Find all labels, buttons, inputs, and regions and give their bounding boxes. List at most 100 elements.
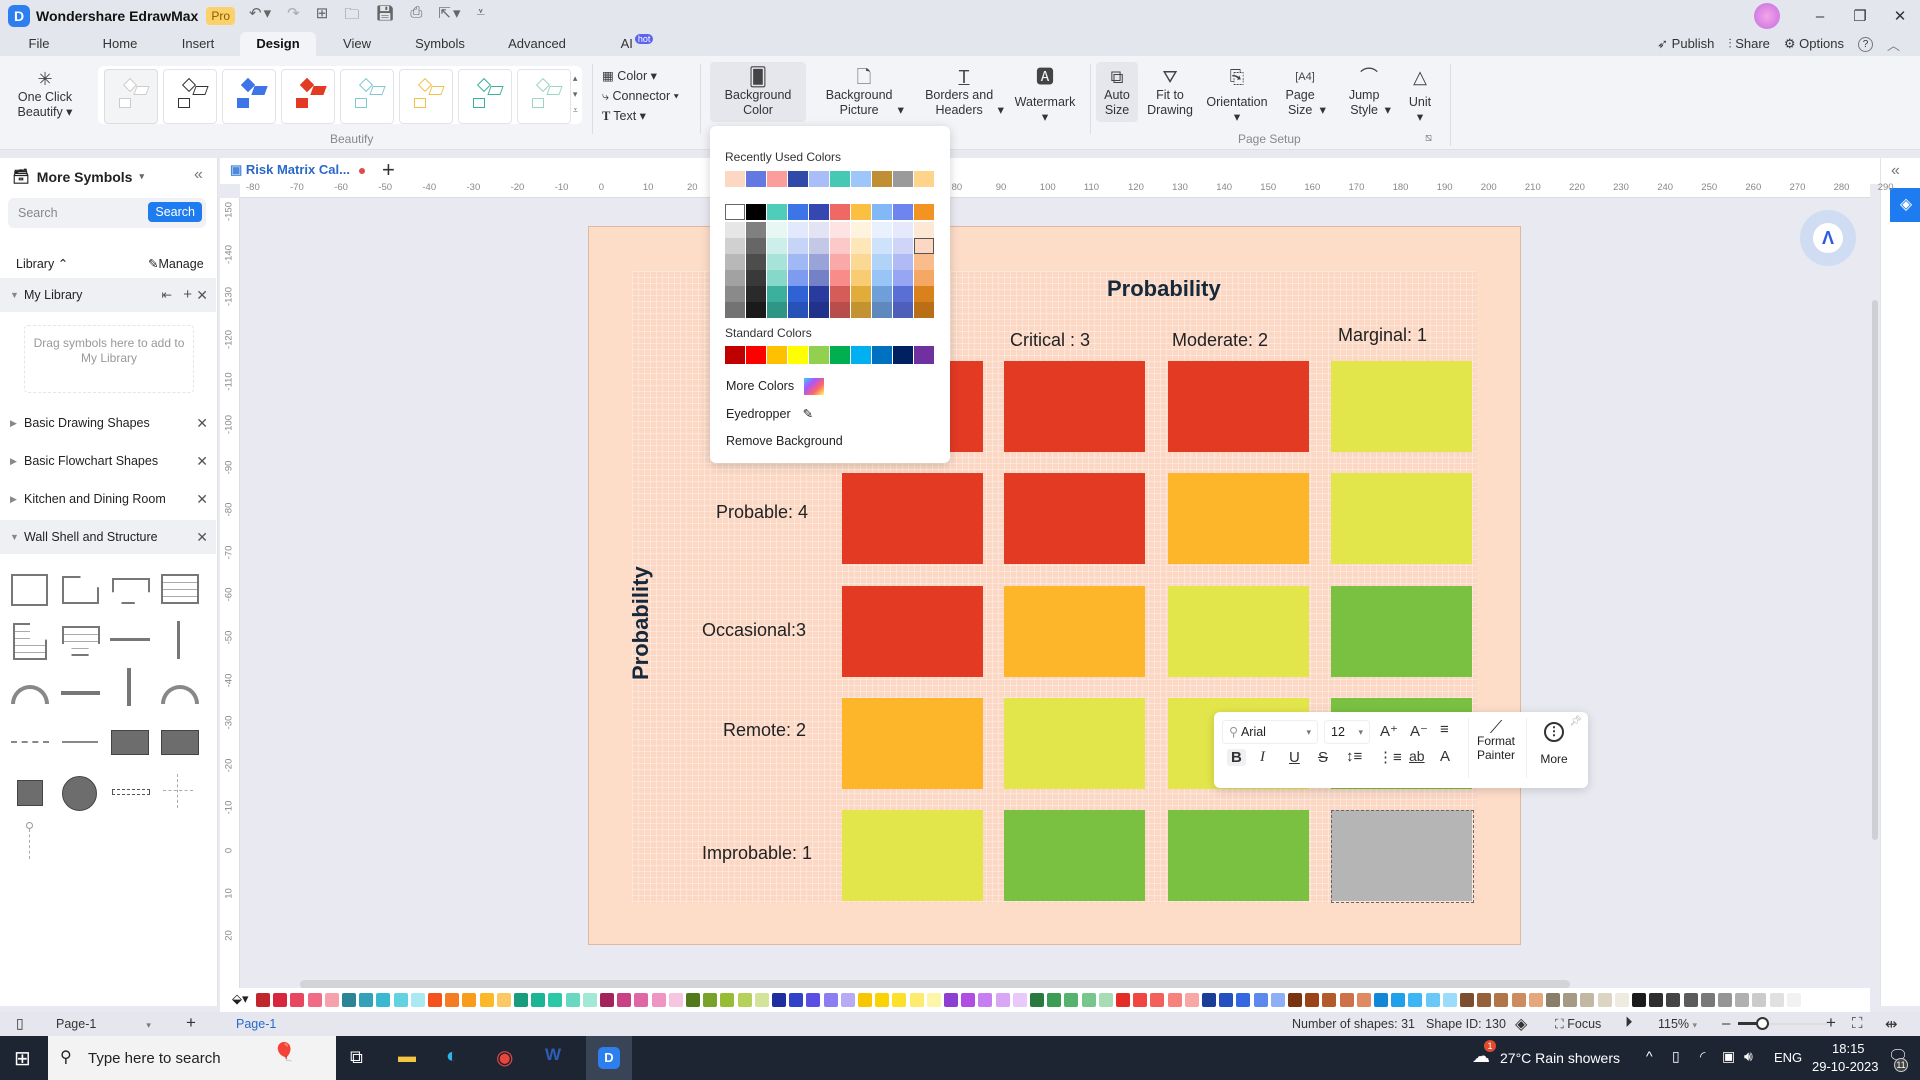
recent-color-swatch[interactable]: [893, 171, 913, 187]
palette-swatch[interactable]: [1184, 993, 1199, 1007]
palette-swatch[interactable]: [1374, 993, 1388, 1007]
theme-shade-swatch[interactable]: [851, 286, 871, 302]
palette-swatch[interactable]: [1012, 993, 1027, 1007]
theme-shade-swatch[interactable]: [725, 286, 745, 302]
page-size-button[interactable]: [A4] Page Size ▾: [1280, 66, 1330, 118]
palette-swatch[interactable]: [1700, 993, 1715, 1007]
risk-cell[interactable]: [1004, 810, 1145, 901]
row-header[interactable]: Occasional:3: [702, 620, 806, 641]
page-selector[interactable]: Page-1 ▾: [56, 1017, 151, 1031]
palette-swatch[interactable]: [1614, 993, 1629, 1007]
close-icon[interactable]: ✕: [196, 406, 208, 440]
column-header[interactable]: Critical : 3: [1010, 330, 1090, 351]
theme-shade-swatch[interactable]: [914, 286, 934, 302]
risk-cell[interactable]: [1331, 361, 1472, 452]
palette-swatch[interactable]: [1236, 993, 1251, 1007]
collapse-panel-icon[interactable]: «: [194, 166, 203, 184]
palette-swatch[interactable]: [1047, 993, 1062, 1007]
palette-swatch[interactable]: [376, 993, 391, 1007]
connector-dropdown[interactable]: ⤷ Connector ▾: [602, 86, 679, 106]
standard-color-swatch[interactable]: [746, 346, 766, 364]
palette-swatch[interactable]: [634, 993, 649, 1007]
theme-shade-swatch[interactable]: [851, 302, 871, 318]
theme-shade-swatch[interactable]: [830, 270, 850, 286]
my-library-item[interactable]: ▼ My Library ⇤ + ✕: [0, 278, 216, 312]
theme-option[interactable]: [281, 69, 335, 124]
theme-shade-swatch[interactable]: [746, 254, 766, 270]
add-icon[interactable]: +: [183, 278, 192, 312]
matrix-title[interactable]: Probability: [1107, 276, 1221, 302]
standard-color-swatch[interactable]: [788, 346, 808, 364]
risk-cell[interactable]: [1168, 810, 1309, 901]
theme-shade-swatch[interactable]: [767, 222, 787, 238]
palette-swatch[interactable]: [600, 993, 614, 1007]
manage-button[interactable]: ✎Manage: [148, 256, 204, 271]
palette-swatch[interactable]: [1786, 993, 1801, 1007]
palette-swatch[interactable]: [1425, 993, 1440, 1007]
theme-shade-swatch[interactable]: [725, 270, 745, 286]
theme-option[interactable]: [399, 69, 453, 124]
palette-swatch[interactable]: [324, 993, 339, 1007]
palette-swatch[interactable]: [1219, 993, 1234, 1007]
tab-design[interactable]: Design: [240, 32, 316, 56]
weather-text[interactable]: 27°C Rain showers: [1500, 1050, 1620, 1066]
strikethrough-icon[interactable]: S: [1318, 749, 1328, 766]
undo-icon[interactable]: ↶▾: [249, 4, 273, 29]
theme-shade-swatch[interactable]: [872, 270, 892, 286]
close-icon[interactable]: ✕: [196, 444, 208, 478]
background-color-button[interactable]: 🂠 Background Color: [710, 62, 806, 122]
one-click-beautify-button[interactable]: ✳ One Click Beautify ▾: [14, 68, 76, 120]
palette-swatch[interactable]: [1546, 993, 1560, 1007]
theme-shade-swatch[interactable]: [893, 286, 913, 302]
library-kitchen-dining[interactable]: ▶ Kitchen and Dining Room ✕: [0, 482, 216, 516]
library-wall-shell-structure[interactable]: ▼ Wall Shell and Structure ✕: [0, 520, 216, 554]
palette-swatch[interactable]: [1632, 993, 1646, 1007]
wall-vertical-shape[interactable]: [177, 621, 180, 659]
tab-home[interactable]: Home: [95, 32, 145, 56]
tab-insert[interactable]: Insert: [175, 32, 221, 56]
theme-shade-swatch[interactable]: [767, 238, 787, 254]
palette-swatch[interactable]: [1408, 993, 1423, 1007]
palette-swatch[interactable]: [754, 993, 769, 1007]
taskbar-search-input[interactable]: Type here to search: [88, 1050, 221, 1067]
palette-swatch[interactable]: [1752, 993, 1767, 1007]
row-header[interactable]: Probable: 4: [716, 502, 808, 523]
palette-swatch[interactable]: [290, 993, 305, 1007]
zoom-slider-handle[interactable]: [1756, 1017, 1770, 1030]
row-header[interactable]: Remote: 2: [723, 720, 806, 741]
collapse-ribbon-icon[interactable]: ︿: [1887, 35, 1900, 54]
close-button[interactable]: ✕: [1880, 7, 1920, 25]
palette-swatch[interactable]: [1511, 993, 1526, 1007]
standard-color-swatch[interactable]: [851, 346, 871, 364]
zoom-slider[interactable]: [1738, 1017, 1828, 1030]
palette-swatch[interactable]: [875, 993, 890, 1007]
risk-cell[interactable]: [842, 473, 983, 564]
vertical-scrollbar[interactable]: [1872, 300, 1878, 840]
import-icon[interactable]: ⇤: [162, 278, 172, 312]
wall-horizontal-shape[interactable]: [110, 638, 150, 641]
palette-swatch[interactable]: [1356, 993, 1371, 1007]
eyedropper-button[interactable]: Eyedropper ✎: [726, 406, 813, 421]
palette-swatch[interactable]: [1030, 993, 1044, 1007]
orientation-button[interactable]: ⎘ Orientation ▾: [1202, 66, 1272, 125]
risk-cell[interactable]: [1331, 586, 1472, 677]
palette-swatch[interactable]: [1116, 993, 1130, 1007]
edrawmax-taskbar-button[interactable]: D: [586, 1036, 632, 1080]
palette-swatch[interactable]: [772, 993, 786, 1007]
theme-shade-swatch[interactable]: [767, 302, 787, 318]
palette-swatch[interactable]: [428, 993, 442, 1007]
palette-swatch[interactable]: [1098, 993, 1113, 1007]
zoom-out-icon[interactable]: –: [1722, 1015, 1730, 1032]
theme-shade-swatch[interactable]: [893, 238, 913, 254]
theme-color-swatch[interactable]: [746, 204, 766, 220]
language-indicator[interactable]: ENG: [1774, 1050, 1802, 1065]
palette-swatch[interactable]: [909, 993, 924, 1007]
palette-swatch[interactable]: [789, 993, 804, 1007]
wall-floor-shape[interactable]: [161, 574, 199, 604]
palette-swatch[interactable]: [1718, 993, 1732, 1007]
library-basic-drawing-shapes[interactable]: ▶ Basic Drawing Shapes ✕: [0, 406, 216, 440]
palette-swatch[interactable]: [531, 993, 546, 1007]
risk-cell[interactable]: [1168, 473, 1309, 564]
wifi-icon[interactable]: ◜: [1700, 1048, 1705, 1065]
unit-button[interactable]: △ Unit ▾: [1400, 66, 1440, 125]
